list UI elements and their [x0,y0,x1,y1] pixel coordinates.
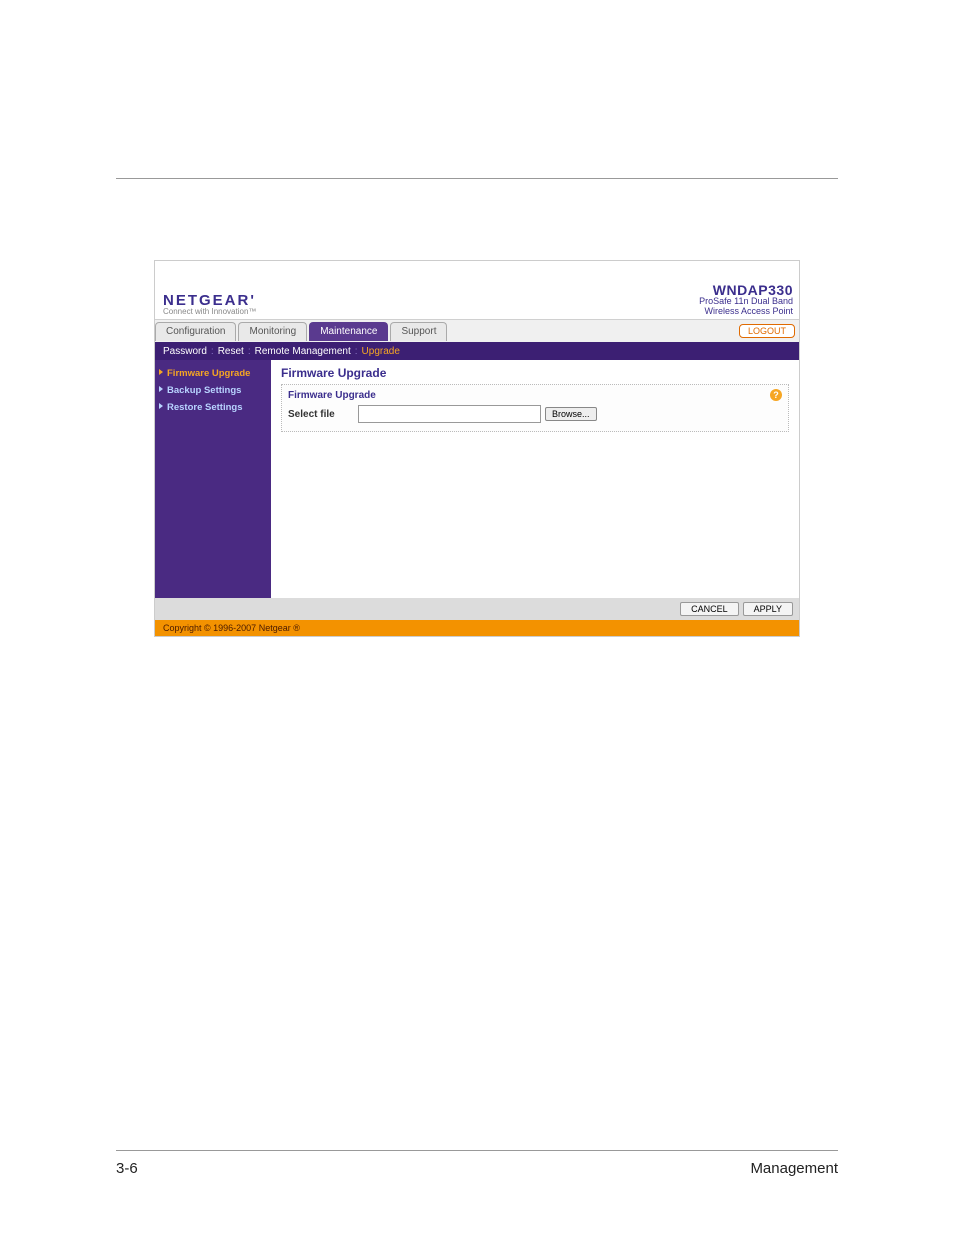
logout-button[interactable]: LOGOUT [739,324,795,338]
product-sub2: Wireless Access Point [699,307,793,317]
section-name: Management [750,1160,838,1177]
tab-support[interactable]: Support [390,322,447,341]
sidenav-firmware-upgrade[interactable]: Firmware Upgrade [159,366,267,381]
select-file-label: Select file [288,409,358,420]
browse-button[interactable]: Browse... [545,407,597,421]
subnav-remote-management[interactable]: Remote Management [255,346,351,357]
chevron-right-icon [159,386,163,392]
sub-nav: Password: Reset: Remote Management: Upgr… [155,342,799,360]
help-icon[interactable]: ? [770,389,782,401]
section-title: Firmware Upgrade [281,366,789,380]
form-title: Firmware Upgrade [288,390,376,401]
product-name: WNDAP330 [699,283,793,297]
chevron-right-icon [159,403,163,409]
header-rule [116,178,838,179]
sidenav-label: Backup Settings [167,385,241,396]
subnav-password[interactable]: Password [163,346,207,357]
product-block: WNDAP330 ProSafe 11n Dual Band Wireless … [699,283,793,319]
router-admin-screenshot: NETGEAR' Connect with Innovation™ WNDAP3… [154,260,800,637]
body-area: Firmware Upgrade Backup Settings Restore… [155,360,799,598]
page-number: 3-6 [116,1160,138,1177]
file-path-input[interactable] [358,405,541,423]
tab-maintenance[interactable]: Maintenance [309,322,388,341]
sidenav-label: Restore Settings [167,402,243,413]
sidenav-label: Firmware Upgrade [167,368,250,379]
brand-tagline: Connect with Innovation™ [163,308,256,317]
subnav-reset[interactable]: Reset [218,346,244,357]
document-page: NETGEAR' Connect with Innovation™ WNDAP3… [0,0,954,1235]
footer-rule [116,1150,838,1151]
subnav-upgrade[interactable]: Upgrade [362,346,400,357]
page-footer: 3-6 Management [116,1160,838,1177]
side-nav: Firmware Upgrade Backup Settings Restore… [155,360,271,598]
panel-header: NETGEAR' Connect with Innovation™ WNDAP3… [155,261,799,319]
brand-name: NETGEAR' [163,293,256,308]
apply-button[interactable]: APPLY [743,602,793,616]
brand-block: NETGEAR' Connect with Innovation™ [161,289,258,319]
cancel-button[interactable]: CANCEL [680,602,739,616]
copyright-bar: Copyright © 1996-2007 Netgear ® [155,620,799,636]
firmware-upgrade-form: Firmware Upgrade ? Select file Browse... [281,384,789,432]
tab-monitoring[interactable]: Monitoring [238,322,307,341]
content-area: Firmware Upgrade Firmware Upgrade ? Sele… [271,360,799,598]
tab-configuration[interactable]: Configuration [155,322,236,341]
main-tab-bar: Configuration Monitoring Maintenance Sup… [155,319,799,342]
action-bar: CANCEL APPLY [155,598,799,620]
sidenav-restore-settings[interactable]: Restore Settings [159,400,267,415]
chevron-right-icon [159,369,163,375]
sidenav-backup-settings[interactable]: Backup Settings [159,383,267,398]
